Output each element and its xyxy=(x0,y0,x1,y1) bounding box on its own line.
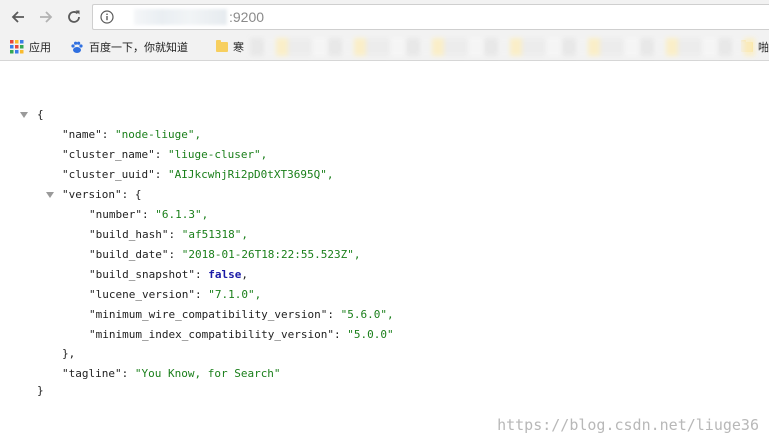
address-bar[interactable]: :9200 xyxy=(92,4,769,30)
json-value: "5.6.0", xyxy=(340,308,394,321)
url-port: :9200 xyxy=(229,9,265,25)
json-row-build-hash: "build_hash": "af51318", xyxy=(89,226,248,244)
info-icon[interactable] xyxy=(100,10,114,24)
apps-grid-icon xyxy=(10,39,24,54)
json-value: "7.1.0", xyxy=(208,288,262,301)
reload-button[interactable] xyxy=(63,6,85,28)
json-key: "build_snapshot": xyxy=(89,268,202,281)
json-value: "You Know, for Search" xyxy=(134,367,281,380)
json-viewer: { "name": "node-liuge", "cluster_name": … xyxy=(0,61,769,440)
folder-icon xyxy=(216,39,228,52)
json-row-tagline: "tagline": "You Know, for Search" xyxy=(62,365,281,383)
bookmark-apps[interactable]: 应用 xyxy=(10,33,51,60)
json-value: "5.0.0" xyxy=(347,328,394,341)
json-row-min-index: "minimum_index_compatibility_version": "… xyxy=(89,326,394,344)
json-value: "liuge-cluser", xyxy=(167,148,268,161)
browser-toolbar: :9200 xyxy=(0,0,769,33)
json-key: "minimum_index_compatibility_version": xyxy=(89,328,341,341)
json-row-number: "number": "6.1.3", xyxy=(89,206,208,224)
json-value: "2018-01-26T18:22:55.523Z", xyxy=(181,248,361,261)
json-row-build-date: "build_date": "2018-01-26T18:22:55.523Z"… xyxy=(89,246,361,264)
back-button[interactable] xyxy=(7,6,29,28)
json-key: "name": xyxy=(62,128,109,141)
bookmark-label: 百度一下，你就知道 xyxy=(89,40,188,54)
json-row-min-wire: "minimum_wire_compatibility_version": "5… xyxy=(89,306,394,324)
json-key: "version": xyxy=(62,188,129,201)
json-key: "build_hash": xyxy=(89,228,176,241)
bookmark-baidu[interactable]: 百度一下，你就知道 xyxy=(70,33,188,60)
bookmark-label: 啪 xyxy=(758,40,769,54)
forward-arrow-icon xyxy=(40,11,53,23)
json-row-name: "name": "node-liuge", xyxy=(62,126,201,144)
json-key: "minimum_wire_compatibility_version": xyxy=(89,308,335,321)
watermark-text: https://blog.csdn.net/liuge36 xyxy=(497,416,759,434)
json-value: "node-liuge", xyxy=(114,128,202,141)
json-key: "cluster_uuid": xyxy=(62,168,162,181)
bookmark-folder[interactable]: 寒 xyxy=(216,33,244,60)
json-row-build-snapshot: "build_snapshot": false, xyxy=(89,266,248,284)
json-value: false xyxy=(208,268,242,281)
back-arrow-icon xyxy=(11,11,24,23)
json-open-brace: { xyxy=(134,188,142,201)
collapse-triangle-icon[interactable] xyxy=(20,112,28,118)
json-key: "lucene_version": xyxy=(89,288,202,301)
json-value: "af51318", xyxy=(181,228,248,241)
redacted-bookmarks xyxy=(250,38,755,56)
bookmark-label: 寒 xyxy=(233,40,244,54)
url-redacted-region xyxy=(134,9,227,25)
forward-button[interactable] xyxy=(35,6,57,28)
json-key: "tagline": xyxy=(62,367,129,380)
json-key: "cluster_name": xyxy=(62,148,162,161)
collapse-triangle-icon[interactable] xyxy=(46,192,54,198)
json-close-brace-version: }, xyxy=(62,347,76,360)
json-comma: , xyxy=(241,268,248,281)
json-open-brace: { xyxy=(37,108,44,121)
json-row-lucene-version: "lucene_version": "7.1.0", xyxy=(89,286,261,304)
json-key: "build_date": xyxy=(89,248,176,261)
json-value: "AIJkcwhjRi2pD0tXT3695Q", xyxy=(167,168,334,181)
bookmark-label: 应用 xyxy=(29,40,51,54)
baidu-paw-icon xyxy=(70,40,84,54)
json-row-cluster-uuid: "cluster_uuid": "AIJkcwhjRi2pD0tXT3695Q"… xyxy=(62,166,334,184)
json-key: "number": xyxy=(89,208,149,221)
json-row-cluster-name: "cluster_name": "liuge-cluser", xyxy=(62,146,267,164)
reload-icon xyxy=(68,10,80,23)
json-row-version: "version": { xyxy=(62,186,141,204)
json-value: "6.1.3", xyxy=(155,208,209,221)
json-close-brace: } xyxy=(37,384,44,397)
